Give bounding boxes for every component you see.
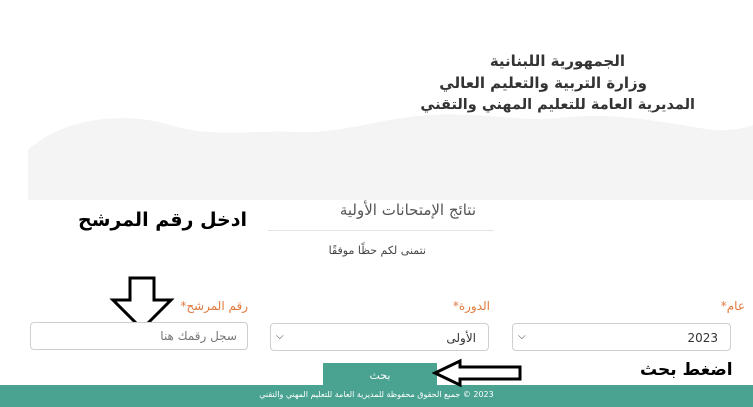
- annotation-enter-candidate: ادخل رقم المرشح: [78, 209, 248, 231]
- ministry-header: الجمهورية اللبنانية وزارة التربية والتعل…: [420, 50, 695, 116]
- footer-bar: 2023 © جميع الحقوق محفوظة للمديرية العام…: [0, 385, 753, 407]
- candidate-number-field[interactable]: [30, 322, 248, 350]
- results-title-box: نتائج الإمتحانات الأولية: [268, 198, 494, 231]
- year-label: عام*: [720, 299, 745, 313]
- candidate-label: رقم المرشح*: [180, 299, 248, 313]
- republic-title: الجمهورية اللبنانية: [489, 52, 625, 70]
- chevron-down-icon: ⌵: [518, 331, 526, 342]
- search-button[interactable]: بحث: [323, 363, 437, 387]
- session-label: الدورة*: [452, 299, 490, 313]
- annotation-press-search: اضغط بحث: [640, 360, 733, 380]
- session-selected-value: الأولى: [446, 331, 476, 345]
- left-arrow-icon: [432, 358, 522, 388]
- footer-copyright: 2023 © جميع الحقوق محفوظة للمديرية العام…: [259, 390, 494, 399]
- year-selected-value: 2023: [687, 331, 718, 345]
- candidate-number-input[interactable]: [31, 323, 247, 349]
- session-select[interactable]: الأولى ⌵: [270, 323, 489, 351]
- good-luck-text: نتمنى لكم حظًا موفقًا: [328, 244, 426, 257]
- chevron-down-icon: ⌵: [276, 331, 284, 342]
- year-select[interactable]: 2023 ⌵: [512, 323, 731, 351]
- ministry-title: وزارة التربية والتعليم العالي: [439, 74, 647, 92]
- results-title: نتائج الإمتحانات الأولية: [339, 201, 476, 219]
- directorate-title: المديرية العامة للتعليم المهني والتقني: [420, 97, 695, 113]
